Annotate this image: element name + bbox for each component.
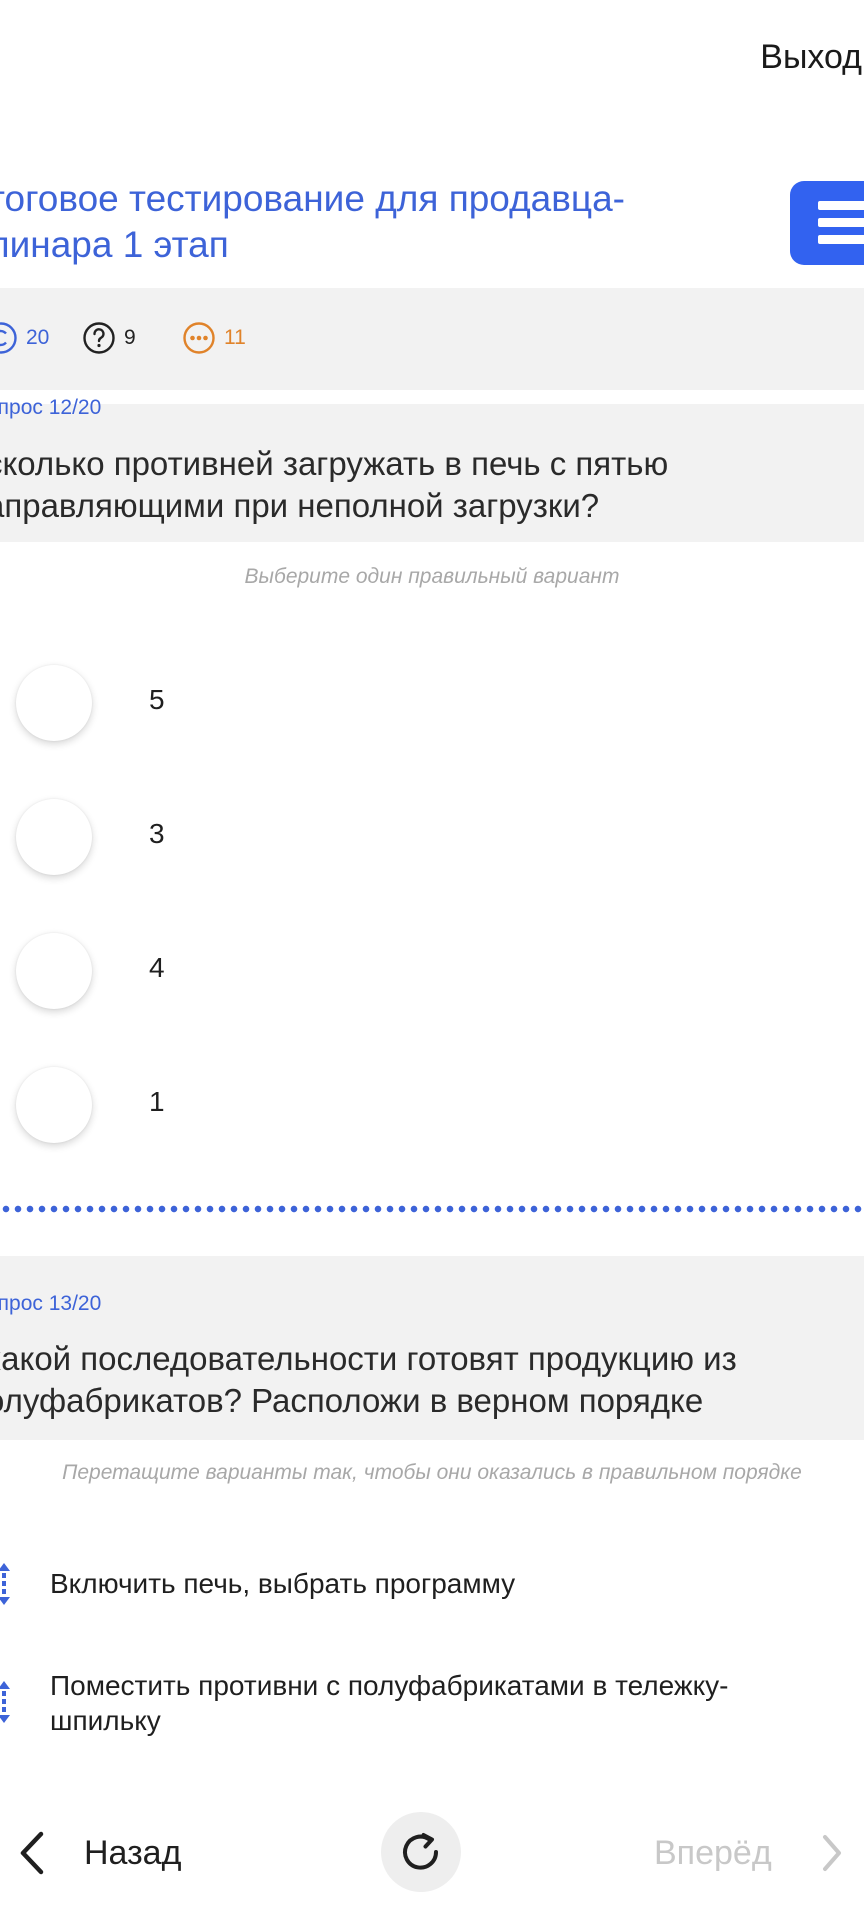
stat-total: 20 <box>0 320 49 356</box>
copyright-circle-icon <box>0 322 17 354</box>
menu-button[interactable] <box>790 181 864 265</box>
drag-item-label: Поместить противни с полуфабрикатами в т… <box>50 1670 729 1736</box>
question-12-header: опрос 12/20 сколько противней загружать … <box>0 396 864 542</box>
radio-button[interactable] <box>16 1067 92 1143</box>
question-13-header: опрос 13/20 какой последовательности гот… <box>0 1256 864 1440</box>
answer-option[interactable]: 3 <box>0 792 864 882</box>
question-circle-icon <box>83 322 115 354</box>
stat-remaining-value: 11 <box>224 326 246 349</box>
forward-button-label: Вперёд <box>654 1833 772 1872</box>
chevron-left-icon <box>20 1831 44 1875</box>
back-button-label: Назад <box>84 1833 182 1872</box>
reload-button[interactable] <box>381 1812 461 1892</box>
drag-item[interactable]: Поместить противни с полуфабрикатами в т… <box>0 1662 864 1742</box>
answer-option[interactable]: 4 <box>0 926 864 1016</box>
answer-option[interactable]: 5 <box>0 658 864 748</box>
exit-button[interactable]: Выход <box>760 38 862 77</box>
stats-bar: 20 9 11 <box>0 288 864 390</box>
forward-button[interactable]: Вперёд <box>654 1825 844 1881</box>
question-13-hint: Перетащите варианты так, чтобы они оказа… <box>62 1461 802 1484</box>
answer-option[interactable]: 1 <box>0 1060 864 1150</box>
test-title: тоговое тестирование для продавца- линар… <box>0 178 625 265</box>
answer-option-label: 4 <box>149 952 165 983</box>
stat-remaining: 11 <box>182 320 246 356</box>
drag-handle-icon[interactable] <box>0 1560 16 1608</box>
drag-item[interactable]: Включить печь, выбрать программу <box>0 1562 864 1606</box>
radio-button[interactable] <box>16 665 92 741</box>
answer-option-label: 3 <box>149 818 165 849</box>
question-divider <box>0 1205 864 1213</box>
drag-handle-icon[interactable] <box>0 1678 16 1726</box>
answer-option-label: 1 <box>149 1086 165 1117</box>
reload-icon <box>403 1833 439 1870</box>
question-13-text: какой последовательности готовят продукц… <box>0 1340 737 1419</box>
question-13-number: опрос 13/20 <box>0 1292 102 1315</box>
dots-circle-icon <box>183 322 215 354</box>
question-12-number: опрос 12/20 <box>0 396 102 419</box>
radio-button[interactable] <box>16 933 92 1009</box>
drag-item-label: Включить печь, выбрать программу <box>50 1568 516 1599</box>
stat-unanswered: 9 <box>82 320 136 356</box>
question-12-text: сколько противней загружать в печь с пят… <box>0 445 669 524</box>
question-12-hint: Выберите один правильный вариант <box>244 565 620 588</box>
radio-button[interactable] <box>16 799 92 875</box>
back-button[interactable]: Назад <box>16 1825 181 1881</box>
stat-total-value: 20 <box>26 326 50 349</box>
answer-option-label: 5 <box>149 684 165 715</box>
chevron-right-icon <box>822 1835 841 1871</box>
stat-unanswered-value: 9 <box>124 326 136 349</box>
